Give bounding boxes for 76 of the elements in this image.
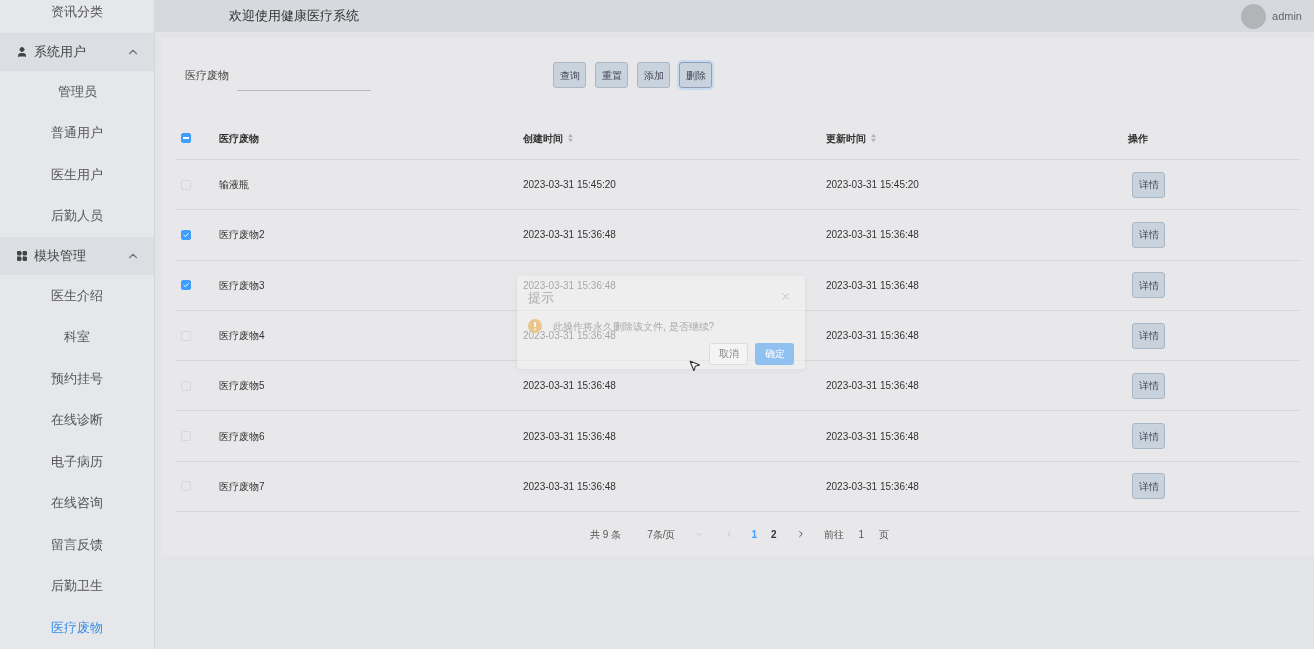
sidebar-item[interactable]: 后勤卫生	[0, 565, 154, 607]
toolbar-button[interactable]: 删除	[679, 62, 712, 88]
dialog-title: 提示	[528, 289, 554, 307]
table-cell-text: 2023-03-31 15:45:20	[826, 178, 919, 193]
dialog-message: 此操作将永久删除该文件, 是否继续?	[553, 319, 715, 332]
sidebar-item[interactable]: 电子病历	[0, 440, 154, 482]
details-button[interactable]: 详情	[1132, 372, 1165, 399]
table-cell-text: 2023-03-31 15:36:48	[826, 479, 919, 494]
table-cell-text: 2023-03-31 15:36:48	[826, 429, 919, 444]
sidebar-item[interactable]: 预约挂号	[0, 357, 154, 399]
grid-icon	[16, 249, 28, 262]
table-cell-text: 2023-03-31 15:36:48	[523, 429, 616, 444]
details-button[interactable]: 详情	[1132, 473, 1165, 500]
checkbox[interactable]	[181, 229, 191, 240]
table-cell-text: 2023-03-31 15:45:20	[523, 178, 616, 193]
sidebar-group-header[interactable]: 模块管理	[0, 236, 154, 275]
table-cell-text: 输液瓶	[219, 178, 249, 193]
column-header[interactable]: 更新时间	[826, 130, 866, 146]
table-cell-text: 2023-03-31 15:36:48	[523, 330, 616, 344]
table-cell-text: 2023-03-31 15:36:48	[826, 228, 919, 243]
table-cell-text: 医疗废物2	[219, 228, 265, 243]
details-button[interactable]: 详情	[1132, 171, 1165, 198]
goto-label: 前往	[823, 527, 844, 542]
pagination-total: 共 9 条	[590, 527, 622, 542]
toolbar-button[interactable]: 添加	[637, 62, 670, 88]
sidebar-item[interactable]: 资讯分类	[0, 0, 154, 33]
cancel-button[interactable]: 取消	[709, 342, 748, 365]
group-label: 系统用户	[34, 42, 87, 61]
sidebar-group-header[interactable]: 系统用户	[0, 32, 154, 71]
sidebar-item[interactable]: 管理员	[0, 70, 154, 112]
sort-icon[interactable]	[870, 133, 877, 143]
table-cell-text: 2023-03-31 15:36:48	[826, 379, 919, 394]
close-icon[interactable]	[780, 291, 791, 303]
table-cell-text: 医疗废物3	[219, 278, 265, 293]
sidebar-item[interactable]: 后勤人员	[0, 195, 154, 237]
user-icon	[16, 45, 28, 58]
column-header: 医疗废物	[219, 131, 259, 146]
sidebar-item[interactable]: 留言反馈	[0, 523, 154, 565]
avatar[interactable]	[1241, 3, 1267, 29]
goto-page-field[interactable]: 1	[858, 526, 865, 542]
table-cell-text: 医疗废物7	[219, 479, 265, 494]
details-button[interactable]: 详情	[1132, 221, 1165, 248]
table-cell-text: 2023-03-31 15:36:48	[523, 278, 616, 291]
sidebar-item[interactable]: 医生用户	[0, 153, 154, 195]
column-header: 操作	[1128, 131, 1148, 146]
table-cell-text: 医疗废物5	[219, 379, 265, 394]
sidebar-item[interactable]: 在线咨询	[0, 482, 154, 524]
sidebar-item[interactable]: 医生介绍	[0, 274, 154, 316]
table-cell-text: 医疗废物4	[219, 329, 265, 344]
details-button[interactable]: 详情	[1132, 423, 1165, 450]
sidebar-item[interactable]: 在线诊断	[0, 399, 154, 441]
checkbox[interactable]	[181, 133, 191, 143]
details-button[interactable]: 详情	[1132, 322, 1165, 349]
toolbar-button[interactable]: 重置	[595, 62, 628, 88]
search-label: 医疗废物	[185, 67, 230, 83]
sidebar-item[interactable]: 科室	[0, 316, 154, 358]
cursor-icon	[688, 359, 701, 372]
sidebar-item[interactable]: 普通用户	[0, 112, 154, 154]
table-cell-text: 2023-03-31 15:36:48	[523, 228, 616, 243]
table-cell-text: 2023-03-31 15:36:48	[826, 278, 919, 293]
toolbar-button[interactable]: 查询	[553, 62, 586, 88]
group-label: 模块管理	[34, 246, 87, 265]
details-button[interactable]: 详情	[1132, 272, 1165, 299]
page-size-select[interactable]: 7条/页	[647, 526, 705, 542]
sort-icon[interactable]	[567, 133, 574, 143]
username[interactable]: admin	[1272, 7, 1302, 25]
table-cell-text: 2023-03-31 15:36:48	[523, 479, 616, 494]
table-cell-text: 医疗废物6	[219, 429, 265, 444]
warning-icon	[528, 319, 542, 333]
table-cell-text: 2023-03-31 15:36:48	[826, 329, 919, 344]
column-header[interactable]: 创建时间	[523, 130, 563, 146]
page-number[interactable]: 2	[771, 526, 777, 542]
checkbox[interactable]	[181, 280, 191, 291]
table-cell-text: 2023-03-31 15:36:48	[523, 379, 616, 394]
header-title: 欢迎使用健康医疗系统	[229, 7, 360, 26]
goto-suffix: 页	[879, 527, 890, 542]
